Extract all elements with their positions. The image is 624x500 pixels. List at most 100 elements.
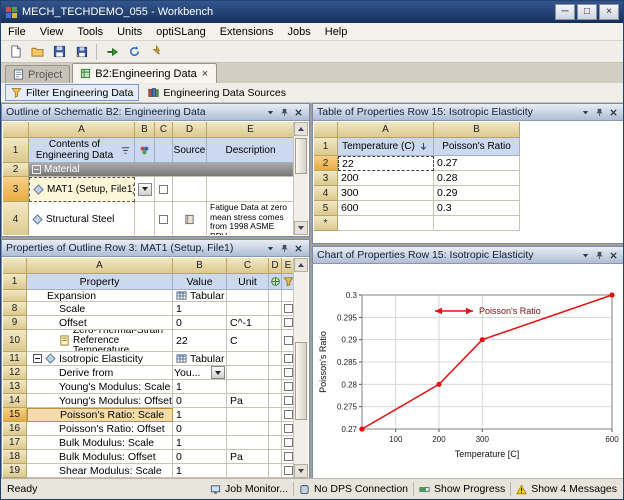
parameter-checkbox[interactable] <box>283 368 293 377</box>
derive-from-dropdown[interactable]: You... <box>173 366 227 380</box>
chevron-down-icon[interactable] <box>264 242 277 255</box>
tab-close-icon[interactable]: × <box>201 68 209 79</box>
engineering-data-sources-button[interactable]: Engineering Data Sources <box>143 84 291 101</box>
structural-steel-description[interactable]: Fatigue Data at zero mean stress comes f… <box>207 202 295 235</box>
pin-icon[interactable] <box>593 249 606 262</box>
property-value-cell[interactable]: 1 <box>173 464 227 478</box>
collapse-icon[interactable] <box>32 165 41 174</box>
menu-help[interactable]: Help <box>318 23 355 41</box>
property-value-cell[interactable]: 0 <box>173 394 227 408</box>
properties-scrollbar[interactable] <box>293 258 308 478</box>
minimize-button[interactable]: ─ <box>555 4 575 20</box>
close-icon[interactable] <box>607 249 620 262</box>
row-number[interactable]: 15 <box>3 408 27 422</box>
parameter-checkbox[interactable] <box>283 354 293 363</box>
temperature-column-header[interactable]: Temperature (C) <box>338 138 434 156</box>
row-number[interactable]: 11 <box>3 352 27 366</box>
maximize-button[interactable]: □ <box>577 4 597 20</box>
property-name-cell[interactable]: Offset <box>27 316 173 330</box>
filter-engineering-data-button[interactable]: Filter Engineering Data <box>5 84 140 101</box>
dps-connection-status[interactable]: No DPS Connection <box>299 483 408 495</box>
parameter-checkbox[interactable] <box>283 424 293 433</box>
row-number[interactable]: 5 <box>314 201 338 216</box>
pin-icon[interactable] <box>278 106 291 119</box>
chevron-down-icon[interactable] <box>579 249 592 262</box>
material-structural-steel-cell[interactable]: Structural Steel <box>29 202 135 235</box>
pin-icon[interactable] <box>278 242 291 255</box>
contents-header-cell[interactable]: Contents of Engineering Data <box>29 138 135 163</box>
temperature-cell[interactable] <box>338 216 434 231</box>
properties-pane-header[interactable]: Properties of Outline Row 3: MAT1 (Setup… <box>2 240 309 257</box>
tab-engineering-data[interactable]: B2:Engineering Data × <box>72 63 218 83</box>
show-progress-button[interactable]: Show Progress <box>419 483 505 495</box>
row-number[interactable]: 9 <box>3 316 27 330</box>
menu-extensions[interactable]: Extensions <box>213 23 281 41</box>
import-icon[interactable] <box>102 42 122 61</box>
temperature-cell[interactable]: 600 <box>338 201 434 216</box>
mat1-description-cell[interactable] <box>207 177 295 202</box>
menu-optislang[interactable]: optiSLang <box>149 23 213 41</box>
row-number[interactable]: 19 <box>3 464 27 478</box>
property-name-cell[interactable]: Young's Modulus: Scale <box>27 380 173 394</box>
scroll-up-icon[interactable] <box>294 258 308 272</box>
job-monitor-button[interactable]: Job Monitor... <box>210 483 288 495</box>
property-name-cell[interactable]: Shear Modulus: Scale <box>27 464 173 478</box>
chevron-down-icon[interactable] <box>264 106 277 119</box>
save-icon[interactable] <box>49 42 69 61</box>
row-number[interactable]: 4 <box>3 202 29 235</box>
tab-project[interactable]: Project <box>5 65 71 83</box>
collapse-icon[interactable] <box>33 354 42 363</box>
row-number[interactable]: 3 <box>3 177 29 202</box>
poissons-ratio-chart[interactable]: 0.27 0.275 0.28 0.285 0.29 0.295 0.3 100 200 300 6… <box>314 265 623 478</box>
close-icon[interactable] <box>292 242 305 255</box>
row-number[interactable]: 18 <box>3 450 27 464</box>
chart-pane-header[interactable]: Chart of Properties Row 15: Isotropic El… <box>313 247 623 264</box>
property-value-cell[interactable]: Tabular <box>173 290 227 302</box>
parameter-checkbox[interactable] <box>283 318 293 327</box>
ratio-cell[interactable] <box>434 216 520 231</box>
dropdown-arrow-icon[interactable] <box>138 182 152 196</box>
property-name-cell[interactable]: Scale <box>27 302 173 316</box>
parameter-checkbox[interactable] <box>283 382 293 391</box>
property-value-cell[interactable]: 1 <box>173 380 227 394</box>
property-value-cell[interactable]: 0 <box>173 316 227 330</box>
row-number[interactable]: 4 <box>314 186 338 201</box>
row-number[interactable]: 2 <box>314 156 338 171</box>
row-number[interactable]: 10 <box>3 330 27 352</box>
menu-file[interactable]: File <box>1 23 33 41</box>
property-value-cell[interactable]: 1 <box>173 436 227 450</box>
title-bar[interactable]: MECH_TECHDEMO_055 - Workbench ─ □ × <box>1 1 623 23</box>
property-name-cell[interactable]: Bulk Modulus: Scale <box>27 436 173 450</box>
row-number[interactable]: 3 <box>314 171 338 186</box>
row-number[interactable]: 17 <box>3 436 27 450</box>
property-value-cell[interactable]: Tabular <box>173 352 227 366</box>
scroll-up-icon[interactable] <box>294 122 308 136</box>
scroll-thumb[interactable] <box>295 342 307 420</box>
material-group-row[interactable]: Material <box>29 163 295 177</box>
refresh-icon[interactable] <box>124 42 144 61</box>
close-button[interactable]: × <box>599 4 619 20</box>
temperature-cell[interactable]: 200 <box>338 171 434 186</box>
scroll-thumb[interactable] <box>295 138 307 174</box>
parameter-checkbox[interactable] <box>283 452 293 461</box>
row-number[interactable]: 16 <box>3 422 27 436</box>
parameter-checkbox[interactable] <box>283 410 293 419</box>
ratio-cell[interactable]: 0.29 <box>434 186 520 201</box>
suppress-checkbox[interactable] <box>159 214 168 224</box>
property-name-cell[interactable]: Zero-Thermal-Strain Reference Temperatur… <box>27 330 173 352</box>
row-number[interactable]: 13 <box>3 380 27 394</box>
dropdown-arrow-icon[interactable] <box>211 366 225 379</box>
outline-scrollbar[interactable] <box>293 122 308 235</box>
row-number[interactable]: * <box>314 216 338 231</box>
material-mat1-cell[interactable]: MAT1 (Setup, File1) <box>29 177 135 202</box>
property-value-cell[interactable]: 0 <box>173 450 227 464</box>
temperature-cell[interactable]: 300 <box>338 186 434 201</box>
row-number[interactable]: 14 <box>3 394 27 408</box>
new-icon[interactable] <box>5 42 25 61</box>
property-name-cell[interactable]: Expansion <box>27 290 173 302</box>
temperature-cell[interactable]: 22 <box>338 156 434 171</box>
chevron-down-icon[interactable] <box>579 106 592 119</box>
ratio-column-header[interactable]: Poisson's Ratio <box>434 138 520 156</box>
suppress-checkbox[interactable] <box>159 184 168 194</box>
ratio-cell[interactable]: 0.3 <box>434 201 520 216</box>
